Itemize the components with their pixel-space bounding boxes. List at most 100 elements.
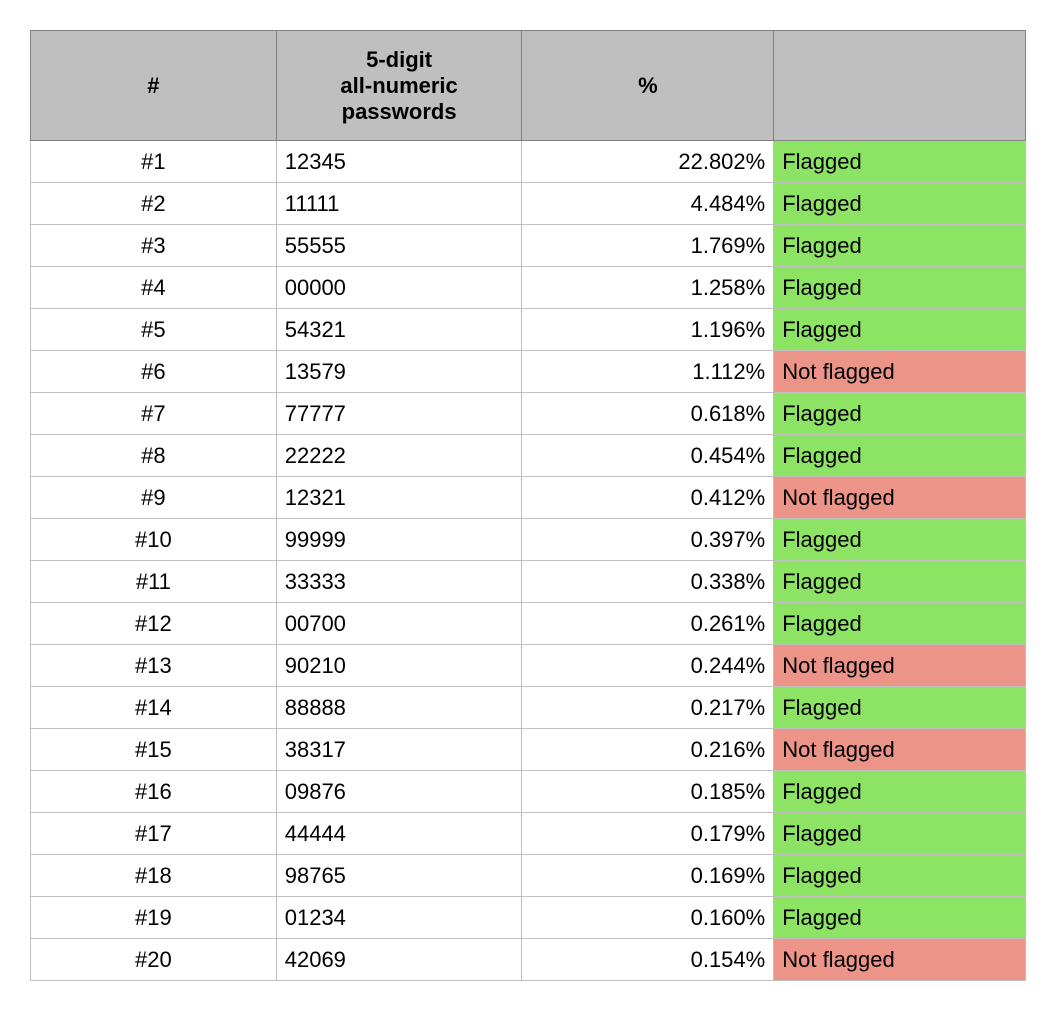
- cell-status: Flagged: [774, 771, 1026, 813]
- cell-percent: 0.338%: [522, 561, 774, 603]
- table-row: #19012340.160%Flagged: [31, 897, 1026, 939]
- cell-status: Flagged: [774, 267, 1026, 309]
- cell-status: Not flagged: [774, 351, 1026, 393]
- cell-status: Flagged: [774, 561, 1026, 603]
- cell-percent: 0.454%: [522, 435, 774, 477]
- cell-rank: #13: [31, 645, 277, 687]
- cell-rank: #9: [31, 477, 277, 519]
- cell-percent: 0.618%: [522, 393, 774, 435]
- password-table: # 5-digit all-numeric passwords % #11234…: [30, 30, 1026, 981]
- cell-password: 09876: [276, 771, 522, 813]
- cell-password: 90210: [276, 645, 522, 687]
- table-row: #3555551.769%Flagged: [31, 225, 1026, 267]
- cell-status: Flagged: [774, 393, 1026, 435]
- cell-percent: 0.185%: [522, 771, 774, 813]
- header-password-line2: all-numeric: [340, 73, 457, 98]
- cell-rank: #20: [31, 939, 277, 981]
- cell-percent: 0.216%: [522, 729, 774, 771]
- table-row: #11234522.802%Flagged: [31, 141, 1026, 183]
- cell-status: Flagged: [774, 687, 1026, 729]
- cell-rank: #3: [31, 225, 277, 267]
- cell-rank: #14: [31, 687, 277, 729]
- cell-rank: #10: [31, 519, 277, 561]
- cell-percent: 0.169%: [522, 855, 774, 897]
- cell-rank: #17: [31, 813, 277, 855]
- cell-password: 12321: [276, 477, 522, 519]
- table-row: #11333330.338%Flagged: [31, 561, 1026, 603]
- cell-status: Flagged: [774, 183, 1026, 225]
- cell-rank: #15: [31, 729, 277, 771]
- table-row: #8222220.454%Flagged: [31, 435, 1026, 477]
- table-row: #15383170.216%Not flagged: [31, 729, 1026, 771]
- cell-status: Flagged: [774, 309, 1026, 351]
- cell-status: Not flagged: [774, 729, 1026, 771]
- cell-status: Not flagged: [774, 477, 1026, 519]
- cell-password: 00700: [276, 603, 522, 645]
- cell-rank: #6: [31, 351, 277, 393]
- table-row: #7777770.618%Flagged: [31, 393, 1026, 435]
- header-pct: %: [522, 31, 774, 141]
- cell-status: Flagged: [774, 435, 1026, 477]
- cell-percent: 4.484%: [522, 183, 774, 225]
- cell-password: 98765: [276, 855, 522, 897]
- cell-password: 44444: [276, 813, 522, 855]
- cell-status: Not flagged: [774, 645, 1026, 687]
- cell-status: Flagged: [774, 813, 1026, 855]
- header-rank: #: [31, 31, 277, 141]
- table-row: #14888880.217%Flagged: [31, 687, 1026, 729]
- table-row: #2111114.484%Flagged: [31, 183, 1026, 225]
- table-row: #9123210.412%Not flagged: [31, 477, 1026, 519]
- cell-password: 55555: [276, 225, 522, 267]
- cell-password: 54321: [276, 309, 522, 351]
- table-header-row: # 5-digit all-numeric passwords %: [31, 31, 1026, 141]
- cell-percent: 1.769%: [522, 225, 774, 267]
- cell-rank: #7: [31, 393, 277, 435]
- table-body: #11234522.802%Flagged#2111114.484%Flagge…: [31, 141, 1026, 981]
- cell-percent: 0.179%: [522, 813, 774, 855]
- cell-password: 22222: [276, 435, 522, 477]
- cell-percent: 0.154%: [522, 939, 774, 981]
- header-password-line3: passwords: [342, 99, 457, 124]
- cell-percent: 0.244%: [522, 645, 774, 687]
- cell-password: 77777: [276, 393, 522, 435]
- cell-rank: #16: [31, 771, 277, 813]
- cell-rank: #18: [31, 855, 277, 897]
- table-row: #16098760.185%Flagged: [31, 771, 1026, 813]
- cell-password: 42069: [276, 939, 522, 981]
- cell-percent: 0.160%: [522, 897, 774, 939]
- cell-rank: #1: [31, 141, 277, 183]
- header-password-line1: 5-digit: [366, 47, 432, 72]
- cell-status: Flagged: [774, 897, 1026, 939]
- cell-percent: 22.802%: [522, 141, 774, 183]
- table-row: #12007000.261%Flagged: [31, 603, 1026, 645]
- cell-percent: 1.196%: [522, 309, 774, 351]
- cell-status: Not flagged: [774, 939, 1026, 981]
- cell-rank: #4: [31, 267, 277, 309]
- table-row: #5543211.196%Flagged: [31, 309, 1026, 351]
- cell-password: 00000: [276, 267, 522, 309]
- cell-password: 12345: [276, 141, 522, 183]
- cell-status: Flagged: [774, 519, 1026, 561]
- cell-rank: #12: [31, 603, 277, 645]
- cell-password: 38317: [276, 729, 522, 771]
- cell-password: 33333: [276, 561, 522, 603]
- table-row: #4000001.258%Flagged: [31, 267, 1026, 309]
- table-row: #20420690.154%Not flagged: [31, 939, 1026, 981]
- cell-password: 13579: [276, 351, 522, 393]
- cell-rank: #8: [31, 435, 277, 477]
- cell-password: 99999: [276, 519, 522, 561]
- table-row: #17444440.179%Flagged: [31, 813, 1026, 855]
- header-status: [774, 31, 1026, 141]
- cell-rank: #2: [31, 183, 277, 225]
- header-password: 5-digit all-numeric passwords: [276, 31, 522, 141]
- table-row: #13902100.244%Not flagged: [31, 645, 1026, 687]
- table-row: #18987650.169%Flagged: [31, 855, 1026, 897]
- cell-percent: 0.261%: [522, 603, 774, 645]
- cell-percent: 0.412%: [522, 477, 774, 519]
- cell-percent: 0.217%: [522, 687, 774, 729]
- cell-percent: 1.258%: [522, 267, 774, 309]
- cell-password: 88888: [276, 687, 522, 729]
- cell-status: Flagged: [774, 603, 1026, 645]
- cell-rank: #19: [31, 897, 277, 939]
- cell-status: Flagged: [774, 141, 1026, 183]
